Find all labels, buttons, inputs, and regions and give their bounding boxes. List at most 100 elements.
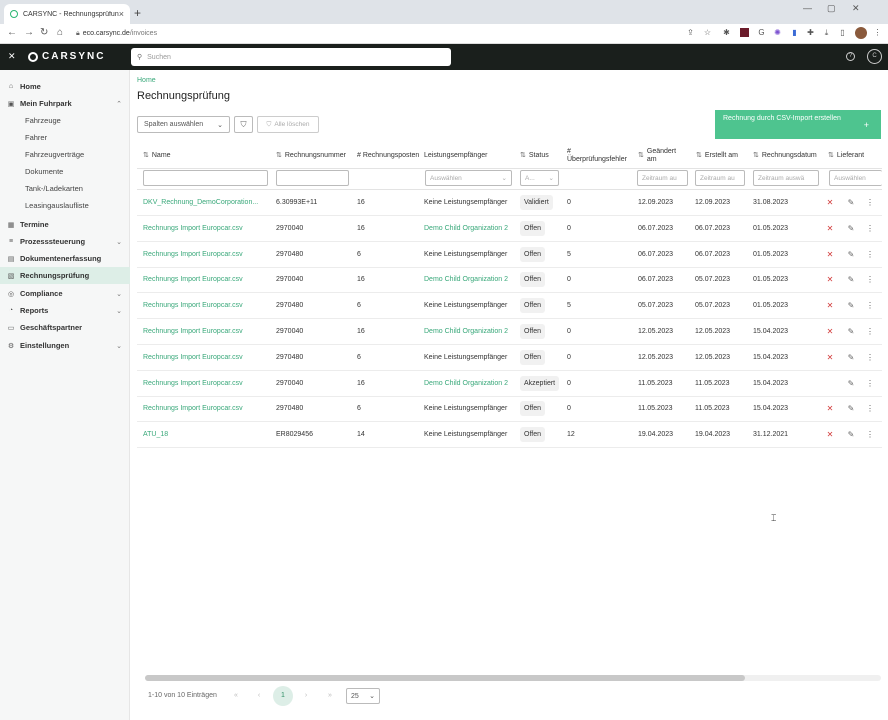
sidebar-item-fahrzeuge[interactable]: Fahrzeuge [0,112,130,129]
recipient-cell[interactable]: Demo Child Organization 2 [424,216,516,241]
extension-icon[interactable] [740,28,749,37]
table-row[interactable]: Rechnungs Import Europcar.csv 2970040 16 De… [137,319,882,345]
more-options-icon[interactable]: ⋮ [865,396,875,421]
table-row[interactable]: Rechnungs Import Europcar.csv 2970040 16 De… [137,267,882,294]
edit-icon[interactable]: ✎ [846,422,856,447]
edit-icon[interactable]: ✎ [846,267,856,292]
browser-menu-icon[interactable]: ⋮ [873,28,882,37]
more-options-icon[interactable]: ⋮ [865,267,875,292]
invoice-name-link[interactable]: DKV_Rechnung_DemoCorporation... [143,190,269,215]
close-sidebar-icon[interactable]: ✕ [8,51,16,62]
more-options-icon[interactable]: ⋮ [865,242,875,267]
more-options-icon[interactable]: ⋮ [865,371,875,396]
filter-button[interactable]: ⛉ [234,116,253,133]
edit-icon[interactable]: ✎ [846,293,856,318]
status-filter-select[interactable]: A... ⌄ [520,170,559,186]
invoice-name-link[interactable]: Rechnungs Import Europcar.csv [143,396,269,421]
bookmark-star-icon[interactable]: ☆ [703,28,712,37]
help-icon[interactable]: ? [846,52,855,61]
breadcrumb-home[interactable]: Home [137,77,156,84]
extension-icon[interactable]: ✺ [773,28,782,37]
sort-icon[interactable]: ⇅ [143,152,149,160]
extension-icon[interactable]: ✱ [722,28,731,37]
sidebar-item-reports[interactable]: ◔ Reports ⌄ [0,302,130,319]
sidebar-item-fahrzeugverträge[interactable]: Fahrzeugverträge [0,146,130,163]
edit-icon[interactable]: ✎ [846,190,856,215]
recipient-cell[interactable]: Demo Child Organization 2 [424,371,516,396]
horizontal-scrollbar[interactable] [145,675,881,681]
download-icon[interactable]: ⤓ [822,28,831,37]
recipient-cell[interactable]: Demo Child Organization 2 [424,319,516,344]
created-date-filter[interactable]: Zeitraum au [695,170,745,186]
maximize-icon[interactable]: ▢ [827,3,836,14]
edit-icon[interactable]: ✎ [846,242,856,267]
changed-date-filter[interactable]: Zeitraum au [637,170,688,186]
table-row[interactable]: Rechnungs Import Europcar.csv 2970040 16 De… [137,216,882,242]
table-row[interactable]: Rechnungs Import Europcar.csv 2970480 6 Kei… [137,293,882,320]
sidepanel-icon[interactable]: ▯ [838,28,847,37]
edit-icon[interactable]: ✎ [846,319,856,344]
edit-icon[interactable]: ✎ [846,396,856,421]
browser-tab[interactable]: CARSYNC - Rechnungsprüfung × [4,4,130,24]
column-header-created[interactable]: ⇅ Erstellt am [696,145,738,167]
global-search-input[interactable]: ⚲ Suchen [131,48,451,66]
delete-icon[interactable]: ✕ [825,216,835,241]
minimize-icon[interactable]: — [803,3,812,13]
new-tab-icon[interactable]: + [134,6,141,20]
reload-icon[interactable]: ↻ [40,27,48,38]
sort-icon[interactable]: ⇅ [520,152,526,160]
delete-icon[interactable]: ✕ [825,190,835,215]
sidebar-item-einstellungen[interactable]: ⚙ Einstellungen ⌄ [0,337,130,354]
more-options-icon[interactable]: ⋮ [865,293,875,318]
column-header-invoice-date[interactable]: ⇅ Rechnungsdatum [753,145,817,167]
invoice-name-link[interactable]: Rechnungs Import Europcar.csv [143,216,269,241]
sort-icon[interactable]: ⇅ [276,152,282,160]
prev-page-icon[interactable]: ‹ [252,690,266,702]
sidebar-item-dokumentenerfassung[interactable]: ▤ Dokumentenerfassung [0,250,130,267]
edit-icon[interactable]: ✎ [846,371,856,396]
columns-select[interactable]: Spalten auswählen ⌄ [137,116,230,133]
sidebar-item-rechnungsprüfung[interactable]: ▧ Rechnungsprüfung [0,267,130,284]
invoice-name-link[interactable]: Rechnungs Import Europcar.csv [143,371,269,396]
sidebar-item-leasingauslaufliste[interactable]: Leasingauslaufliste [0,197,130,214]
table-row[interactable]: Rechnungs Import Europcar.csv 2970480 6 Kei… [137,242,882,268]
carsync-logo[interactable]: CARSYNC [28,51,105,62]
more-options-icon[interactable]: ⋮ [865,319,875,344]
window-close-icon[interactable]: ✕ [852,3,860,14]
more-options-icon[interactable]: ⋮ [865,345,875,370]
csv-import-button[interactable]: Rechnung durch CSV-Import erstellen + [715,110,881,139]
forward-icon[interactable]: → [24,27,34,38]
column-header-supplier[interactable]: ⇅ Lieferant [828,145,864,167]
delete-icon[interactable]: ✕ [825,319,835,344]
sort-icon[interactable]: ⇅ [828,152,834,160]
invoice-name-link[interactable]: ATU_18 [143,422,269,447]
table-row[interactable]: DKV_Rechnung_DemoCorporation... 6.30993E+… [137,190,882,216]
invoice-name-link[interactable]: Rechnungs Import Europcar.csv [143,319,269,344]
edit-icon[interactable]: ✎ [846,345,856,370]
delete-icon[interactable]: ✕ [825,345,835,370]
delete-icon[interactable]: ✕ [825,396,835,421]
sidebar-item-compliance[interactable]: ◎ Compliance ⌄ [0,285,130,302]
sort-icon[interactable]: ⇅ [753,152,759,160]
sidebar-item-fahrer[interactable]: Fahrer [0,129,130,146]
invoice-date-filter[interactable]: Zeitraum auswä [753,170,819,186]
table-row[interactable]: Rechnungs Import Europcar.csv 2970480 6 Kei… [137,345,882,371]
invoice-number-filter-input[interactable] [276,170,349,186]
extension-icon[interactable]: G [757,28,766,37]
extension-icon[interactable]: ▮ [790,28,799,37]
sidebar-item-home[interactable]: ⌂ Home [0,78,130,95]
sidebar-item-geschäftspartner[interactable]: ▭ Geschäftspartner [0,319,130,336]
delete-icon[interactable]: ✕ [825,267,835,292]
user-avatar[interactable]: C [867,49,882,64]
sidebar-item-dokumente[interactable]: Dokumente [0,163,130,180]
next-page-icon[interactable]: › [299,690,313,702]
sidebar-item-tank-ladekarten[interactable]: Tank-/Ladekarten [0,180,130,197]
name-filter-input[interactable] [143,170,268,186]
home-browser-icon[interactable]: ⌂ [57,27,63,38]
column-header-status[interactable]: ⇅ Status [520,145,549,167]
invoice-name-link[interactable]: Rechnungs Import Europcar.csv [143,242,269,267]
supplier-filter-select[interactable]: Auswählen [829,170,882,186]
page-size-select[interactable]: 25 ⌄ [346,688,380,704]
invoice-name-link[interactable]: Rechnungs Import Europcar.csv [143,293,269,318]
more-options-icon[interactable]: ⋮ [865,216,875,241]
